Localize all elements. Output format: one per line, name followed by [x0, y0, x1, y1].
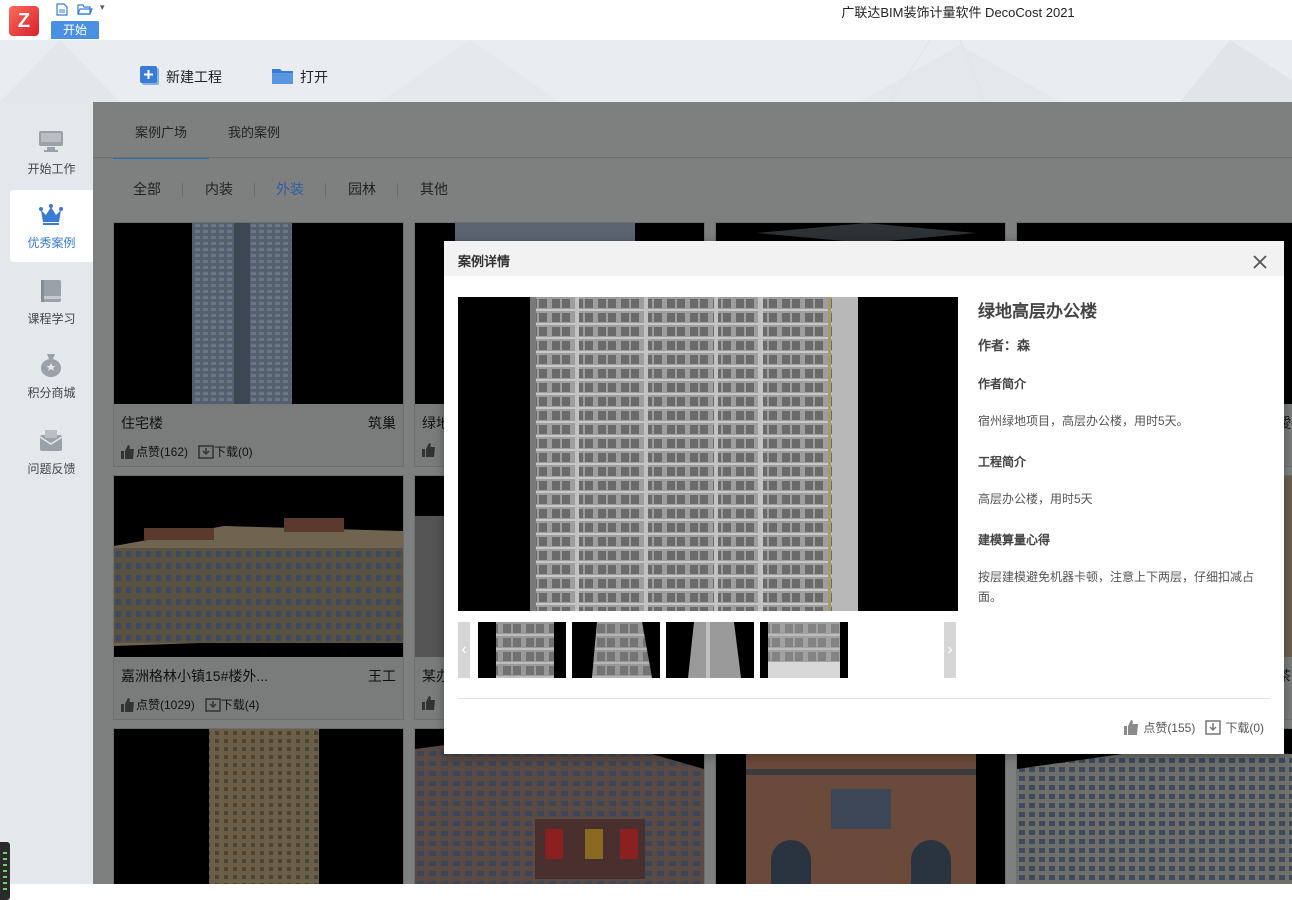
- sidebar-item-excellent-cases[interactable]: 优秀案例: [10, 190, 93, 262]
- case-thumbnail: [114, 223, 403, 404]
- like-count: 点赞(162): [136, 445, 189, 459]
- filter-interior[interactable]: 内装: [205, 168, 233, 210]
- open-label: 打开: [300, 69, 328, 85]
- new-file-icon[interactable]: [55, 3, 69, 16]
- download-count: 下载(4): [220, 698, 260, 712]
- thumbs-up-icon[interactable]: [421, 443, 437, 457]
- monitor-icon: [38, 128, 64, 154]
- thumbs-up-icon[interactable]: [120, 444, 136, 459]
- download-icon[interactable]: [204, 697, 221, 712]
- sidebar-item-feedback[interactable]: 问题反馈: [10, 416, 93, 488]
- case-stats: 点赞(162) 下载(0): [120, 443, 257, 460]
- filter-other[interactable]: 其他: [420, 168, 448, 210]
- experience-text: 按层建模避免机器卡顿，注意上下两层，仔细扣减占面。: [978, 570, 1255, 604]
- author-intro-heading: 作者简介: [978, 377, 1027, 391]
- project-intro-text: 高层办公楼，用时5天: [978, 492, 1093, 506]
- open-folder-icon[interactable]: [77, 3, 93, 16]
- preview-thumbnail[interactable]: [760, 622, 848, 678]
- sidebar-item-label: 积分商城: [27, 386, 76, 400]
- sidebar-item-label: 问题反馈: [27, 462, 76, 476]
- dialog-stats: 点赞(155) 下载(0): [1113, 719, 1264, 736]
- open-project-button[interactable]: 打开: [271, 64, 328, 90]
- app-logo[interactable]: Z: [9, 6, 39, 36]
- preview-thumbnail-strip: ‹ ›: [458, 622, 956, 679]
- filter-divider: [325, 183, 326, 197]
- feedback-envelope-icon: [38, 428, 64, 454]
- download-button[interactable]: 下载(0): [1205, 719, 1264, 736]
- thumbs-up-icon[interactable]: [120, 697, 136, 712]
- folder-icon: [271, 66, 294, 89]
- quick-access-dropdown-icon[interactable]: ▾: [100, 2, 105, 13]
- filter-all[interactable]: 全部: [133, 168, 161, 210]
- like-button[interactable]: 点赞(155): [1123, 719, 1195, 736]
- sidebar-item-start-work[interactable]: 开始工作: [10, 116, 93, 188]
- level-meter-widget[interactable]: [0, 842, 10, 900]
- sidebar-item-course-study[interactable]: 课程学习: [10, 266, 93, 338]
- thumbs-up-icon: [1124, 720, 1139, 735]
- thumbs-up-icon[interactable]: [421, 696, 437, 710]
- category-filter-bar: 全部 内装 外装 园林 其他: [113, 168, 1292, 208]
- filter-divider: [182, 183, 183, 197]
- filter-divider: [254, 183, 255, 197]
- preview-thumbnail[interactable]: [666, 622, 754, 678]
- sidebar-item-label: 课程学习: [27, 312, 76, 326]
- case-title: 绿地高层办公楼: [978, 302, 1097, 321]
- tab-divider: [93, 157, 1292, 158]
- ribbon-tab-start[interactable]: 开始: [51, 21, 99, 39]
- case-stats: [421, 443, 437, 457]
- sidebar-item-label: 开始工作: [27, 162, 76, 176]
- dialog-title: 案例详情: [458, 254, 511, 269]
- download-icon: [1205, 720, 1222, 735]
- case-stats: [421, 696, 437, 710]
- new-project-label: 新建工程: [166, 69, 222, 85]
- sidebar-item-points-mall[interactable]: 积分商城: [10, 340, 93, 412]
- download-count: 下载(0): [214, 445, 253, 459]
- tab-case-square[interactable]: 案例广场: [113, 102, 209, 159]
- case-thumbnail: [114, 476, 403, 657]
- close-icon[interactable]: [1252, 254, 1268, 270]
- chevron-left-icon[interactable]: ‹: [458, 622, 470, 678]
- like-count: 点赞(1029): [136, 698, 195, 712]
- case-author: 筑巢: [368, 415, 396, 431]
- dialog-header: 案例详情: [444, 241, 1284, 276]
- preview-thumbnail[interactable]: [478, 622, 566, 678]
- tab-my-cases[interactable]: 我的案例: [228, 102, 280, 157]
- add-project-icon: [139, 65, 160, 89]
- case-stats: 点赞(1029) 下载(4): [120, 696, 263, 713]
- toolbar: 新建工程 打开: [0, 40, 1292, 102]
- new-project-button[interactable]: 新建工程: [139, 64, 222, 90]
- sidebar: 开始工作 优秀案例 课程学习 积分商城 问题反馈: [0, 102, 93, 900]
- case-thumbnail: [114, 729, 403, 884]
- like-count: 点赞(155): [1143, 721, 1196, 735]
- book-icon: [38, 278, 64, 304]
- case-author: 作者：森: [978, 338, 1031, 353]
- case-card[interactable]: 嘉洲格林小镇15#楼外... 王工 点赞(1029) 下载(4): [113, 475, 404, 720]
- case-author: 王工: [368, 668, 396, 684]
- experience-heading: 建模算量心得: [978, 533, 1051, 547]
- money-bag-icon: [38, 352, 64, 378]
- case-tabs: 案例广场 我的案例: [93, 102, 1292, 159]
- crown-icon: [38, 202, 64, 228]
- dialog-divider: [458, 698, 1270, 699]
- author-intro-text: 宿州绿地项目，高层办公楼，用时5天。: [978, 414, 1189, 428]
- case-detail-dialog: 案例详情 ‹ › 绿地高层办公楼 作者：森 作者简介 宿州绿地项目，高层办公楼，…: [444, 241, 1284, 754]
- case-preview-image: [458, 297, 958, 611]
- title-bar: Z ▾ 开始 广联达BIM装饰计量软件 DecoCost 2021: [0, 0, 1292, 40]
- filter-exterior[interactable]: 外装: [276, 168, 304, 210]
- preview-thumbnail[interactable]: [572, 622, 660, 678]
- project-intro-heading: 工程简介: [978, 455, 1027, 469]
- filter-divider: [397, 183, 398, 197]
- case-card[interactable]: [113, 728, 404, 884]
- window-title: 广联达BIM装饰计量软件 DecoCost 2021: [841, 5, 1075, 20]
- case-card[interactable]: 住宅楼 筑巢 点赞(162) 下载(0): [113, 222, 404, 467]
- sidebar-item-label: 优秀案例: [27, 236, 76, 250]
- download-count: 下载(0): [1225, 721, 1264, 735]
- case-title: 嘉洲格林小镇15#楼外...: [121, 668, 269, 684]
- filter-garden[interactable]: 园林: [348, 168, 376, 210]
- case-title: 住宅楼: [121, 415, 163, 431]
- chevron-right-icon[interactable]: ›: [944, 622, 956, 678]
- download-icon[interactable]: [198, 444, 214, 459]
